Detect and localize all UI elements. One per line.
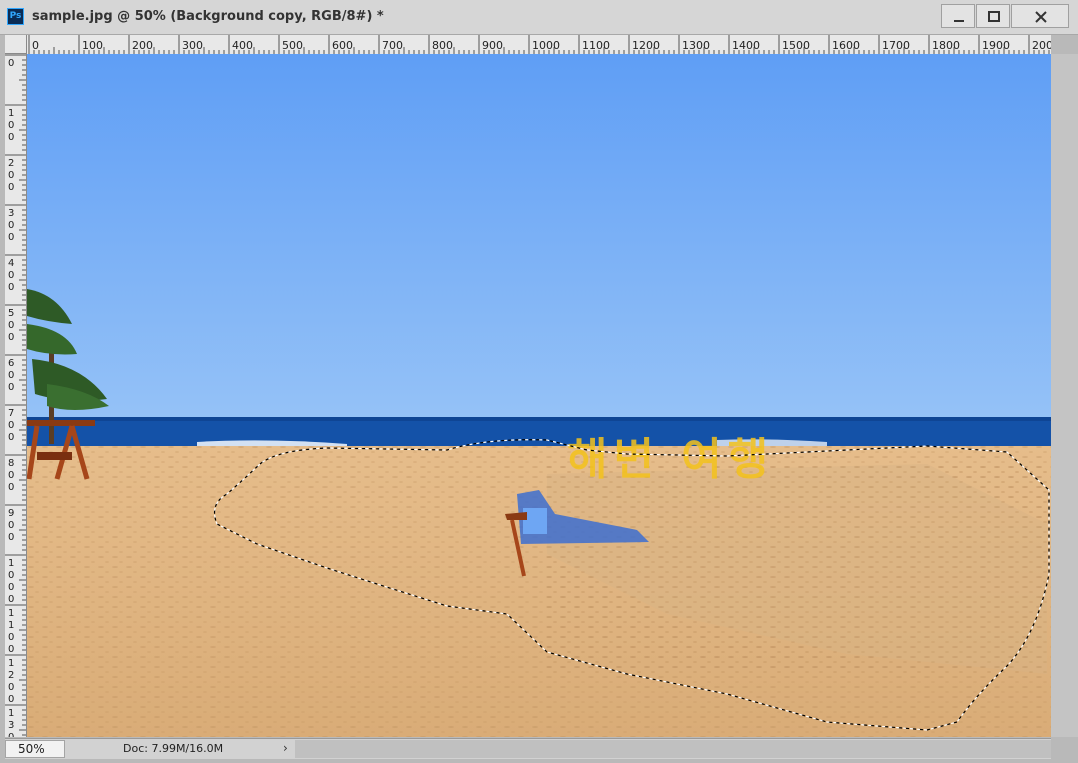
overlay-text: 해변 여행 xyxy=(567,434,774,485)
ruler-label: 600 xyxy=(332,39,353,52)
ruler-label: 0 xyxy=(8,482,14,493)
ruler-label: 0 xyxy=(8,420,14,431)
ruler-label: 0 xyxy=(8,570,14,581)
status-menu-arrow-icon[interactable]: › xyxy=(283,741,288,755)
ruler-label: 700 xyxy=(382,39,403,52)
ruler-label: 0 xyxy=(8,520,14,531)
document-title: sample.jpg @ 50% (Background copy, RGB/8… xyxy=(32,9,384,24)
ruler-label: 2 xyxy=(8,670,14,681)
ruler-label: 0 xyxy=(8,682,14,693)
ruler-label: 3 xyxy=(8,208,14,219)
beach-photo: 해변 여행 xyxy=(27,54,1051,737)
ruler-label: 2 xyxy=(8,158,14,169)
ruler-label: 0 xyxy=(32,39,39,52)
vertical-ruler[interactable]: 0100200300400500600700800900100011001200… xyxy=(5,54,27,737)
ruler-label: 0 xyxy=(8,270,14,281)
ruler-label: 8 xyxy=(8,458,14,469)
ruler-label: 1300 xyxy=(682,39,710,52)
ruler-label: 0 xyxy=(8,582,14,593)
ruler-label: 1 xyxy=(8,558,14,569)
ruler-label: 900 xyxy=(482,39,503,52)
ruler-label: 0 xyxy=(8,632,14,643)
ruler-label: 0 xyxy=(8,644,14,655)
ruler-label: 1100 xyxy=(582,39,610,52)
status-bar: 50% Doc: 7.99M/16.0M › xyxy=(5,738,1051,759)
ruler-label: 0 xyxy=(8,132,14,143)
ruler-label: 0 xyxy=(8,694,14,705)
ruler-label: 0 xyxy=(8,220,14,231)
title-bar: Ps sample.jpg @ 50% (Background copy, RG… xyxy=(0,0,1078,35)
ruler-label: 0 xyxy=(8,432,14,443)
ruler-label: 1600 xyxy=(832,39,860,52)
ruler-label: 0 xyxy=(8,182,14,193)
horizontal-ruler[interactable]: 0 100 200 300 400 500 600 700 800 900 1000 1100 1200… xyxy=(27,35,1051,55)
ruler-label: 9 xyxy=(8,508,14,519)
ruler-label: 1400 xyxy=(732,39,760,52)
photoshop-icon: Ps xyxy=(7,8,24,25)
ruler-label: 100 xyxy=(82,39,103,52)
close-button[interactable] xyxy=(1011,4,1069,28)
minimize-icon xyxy=(954,20,964,22)
ruler-label: 1800 xyxy=(932,39,960,52)
minimize-button[interactable] xyxy=(941,4,975,28)
close-icon xyxy=(1035,11,1047,23)
canvas-gutter xyxy=(1051,54,1078,737)
ruler-label: 1200 xyxy=(632,39,660,52)
ruler-label: 0 xyxy=(8,232,14,243)
maximize-icon xyxy=(988,11,1000,22)
ruler-label: 200 xyxy=(132,39,153,52)
ruler-label: 7 xyxy=(8,408,14,419)
ruler-label: 1 xyxy=(8,658,14,669)
ruler-label: 0 xyxy=(8,370,14,381)
ruler-label: 1 xyxy=(8,608,14,619)
document-canvas[interactable]: 해변 여행 xyxy=(27,54,1051,737)
ruler-label: 0 xyxy=(8,594,14,605)
ruler-label: 0 xyxy=(8,120,14,131)
ruler-label: 3 xyxy=(8,720,14,731)
ruler-label: 1 xyxy=(8,708,14,719)
zoom-level-field[interactable]: 50% xyxy=(5,740,65,758)
ruler-label: 0 xyxy=(8,320,14,331)
ruler-label: 0 xyxy=(8,382,14,393)
ruler-label: 800 xyxy=(432,39,453,52)
ruler-origin[interactable] xyxy=(5,35,27,54)
document-size-info: Doc: 7.99M/16.0M xyxy=(123,742,224,755)
maximize-button[interactable] xyxy=(976,4,1010,28)
ruler-label: 1700 xyxy=(882,39,910,52)
ruler-label: 0 xyxy=(8,470,14,481)
ruler-label: 0 xyxy=(8,282,14,293)
ruler-label: 0 xyxy=(8,332,14,343)
ruler-label: 0 xyxy=(8,58,14,69)
ruler-label: 1000 xyxy=(532,39,560,52)
ruler-label: 1 xyxy=(8,108,14,119)
ruler-label: 300 xyxy=(182,39,203,52)
ruler-label: 0 xyxy=(8,532,14,543)
ruler-label: 6 xyxy=(8,358,14,369)
ruler-label: 1900 xyxy=(982,39,1010,52)
ruler-label: 400 xyxy=(232,39,253,52)
ruler-label: 0 xyxy=(8,170,14,181)
ruler-label: 500 xyxy=(282,39,303,52)
ruler-label: 200 xyxy=(1032,39,1051,52)
ruler-label: 0 xyxy=(8,732,14,737)
ruler-label: 4 xyxy=(8,258,14,269)
horizontal-scrollbar[interactable] xyxy=(295,740,1051,758)
ruler-label: 1500 xyxy=(782,39,810,52)
ruler-label: 5 xyxy=(8,308,14,319)
ruler-label: 1 xyxy=(8,620,14,631)
